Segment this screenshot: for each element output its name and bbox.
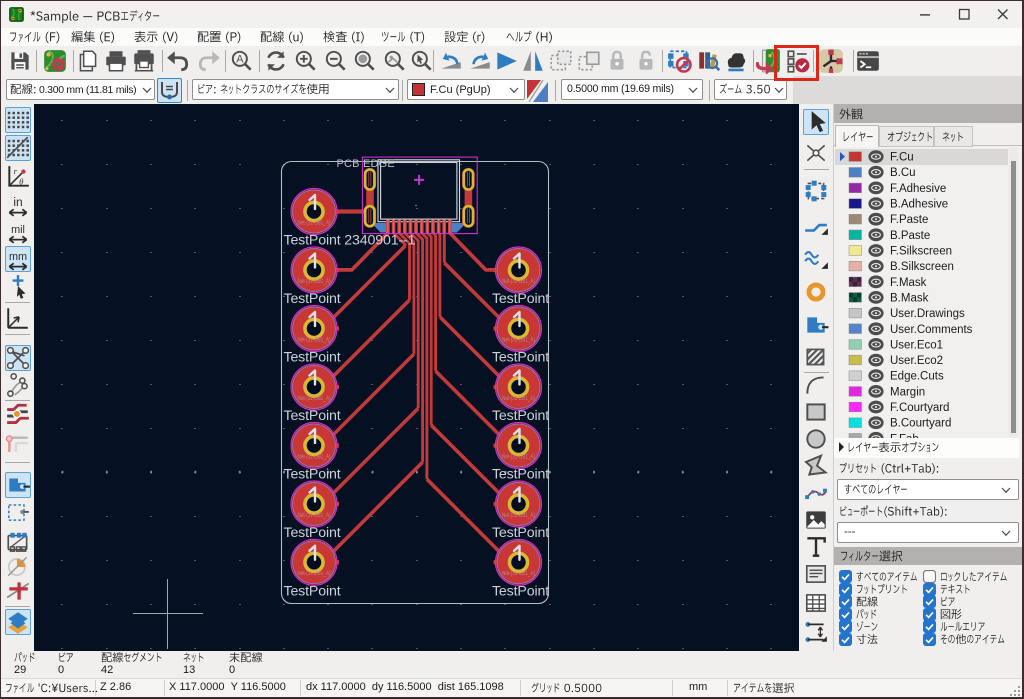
svg-text:Net-(31-DB1_A): Net-(31-DB1_A) <box>298 337 331 343</box>
svg-text:Net-(31-DB1_A): Net-(31-DB1_A) <box>502 337 535 343</box>
svg-text:B.Adhesive: B.Adhesive <box>890 199 948 211</box>
svg-text:TestPoint: TestPoint <box>492 525 549 541</box>
svg-text:θ: θ <box>19 177 24 187</box>
svg-text:B.Silkscreen: B.Silkscreen <box>890 261 954 273</box>
svg-text:Net-(31-DB1_A): Net-(31-DB1_A) <box>298 454 331 460</box>
svg-text:TestPoint: TestPoint <box>284 408 341 424</box>
svg-text:User.Eco2: User.Eco2 <box>890 355 943 367</box>
svg-text:TestPoint: TestPoint <box>284 467 341 483</box>
svg-text:Net-(31-DB1_A): Net-(31-DB1_A) <box>298 279 331 285</box>
svg-text:Net-(31-DB1_A): Net-(31-DB1_A) <box>502 454 535 460</box>
svg-text:TestPoint: TestPoint <box>284 291 341 307</box>
svg-text:mil: mil <box>11 224 25 236</box>
svg-text:B.Cu: B.Cu <box>890 167 916 179</box>
svg-text:B.Courtyard: B.Courtyard <box>890 418 951 430</box>
svg-text:F.Cu: F.Cu <box>890 152 914 164</box>
svg-text:TestPoint: TestPoint <box>492 291 549 307</box>
svg-text:User.Drawings: User.Drawings <box>890 308 965 320</box>
svg-text:F.Courtyard: F.Courtyard <box>890 402 949 414</box>
svg-text:Net-(31-DB1_A): Net-(31-DB1_A) <box>502 279 535 285</box>
svg-text:Margin: Margin <box>890 386 925 398</box>
svg-text:TestPoint: TestPoint <box>284 350 341 366</box>
svg-text:B.Mask: B.Mask <box>890 292 929 304</box>
svg-text:Net-(31-DB1_A): Net-(31-DB1_A) <box>298 513 331 519</box>
svg-text:TestPoint: TestPoint <box>492 408 549 424</box>
svg-text:TestPoint: TestPoint <box>492 583 549 599</box>
svg-text:TestPoint: TestPoint <box>284 525 341 541</box>
svg-text:B.Paste: B.Paste <box>890 230 930 242</box>
svg-text:F.Paste: F.Paste <box>890 214 928 226</box>
svg-text:F.Silkscreen: F.Silkscreen <box>890 246 952 258</box>
svg-text:TestPoint: TestPoint <box>284 583 341 599</box>
svg-text:r: r <box>13 166 17 176</box>
svg-text:A: A <box>236 54 244 66</box>
svg-text:Net-(31-DB1_A): Net-(31-DB1_A) <box>502 571 535 577</box>
svg-text:PCB EDGE: PCB EDGE <box>337 158 395 170</box>
svg-text:Net-(31-DB1_A): Net-(31-DB1_A) <box>502 396 535 402</box>
svg-text:TestPoint: TestPoint <box>492 467 549 483</box>
svg-text:Net-(31-DB1_A): Net-(31-DB1_A) <box>298 396 331 402</box>
svg-text:User.Eco1: User.Eco1 <box>890 339 943 351</box>
svg-text:mm: mm <box>8 251 26 263</box>
svg-text:Edge.Cuts: Edge.Cuts <box>890 371 944 383</box>
svg-text:Net-(31-DB1_A): Net-(31-DB1_A) <box>502 513 535 519</box>
svg-text:in: in <box>13 195 22 209</box>
svg-text:Net-(31-DB1_A): Net-(31-DB1_A) <box>298 220 331 226</box>
svg-text:F.Adhesive: F.Adhesive <box>890 183 946 195</box>
svg-text:Net-(31-DB1_A): Net-(31-DB1_A) <box>298 571 331 577</box>
svg-text:TestPoint: TestPoint <box>492 350 549 366</box>
svg-text:User.Comments: User.Comments <box>890 324 973 336</box>
svg-text:F.Mask: F.Mask <box>890 277 927 289</box>
svg-text:TestPoint 2340901--1: TestPoint 2340901--1 <box>284 233 416 249</box>
